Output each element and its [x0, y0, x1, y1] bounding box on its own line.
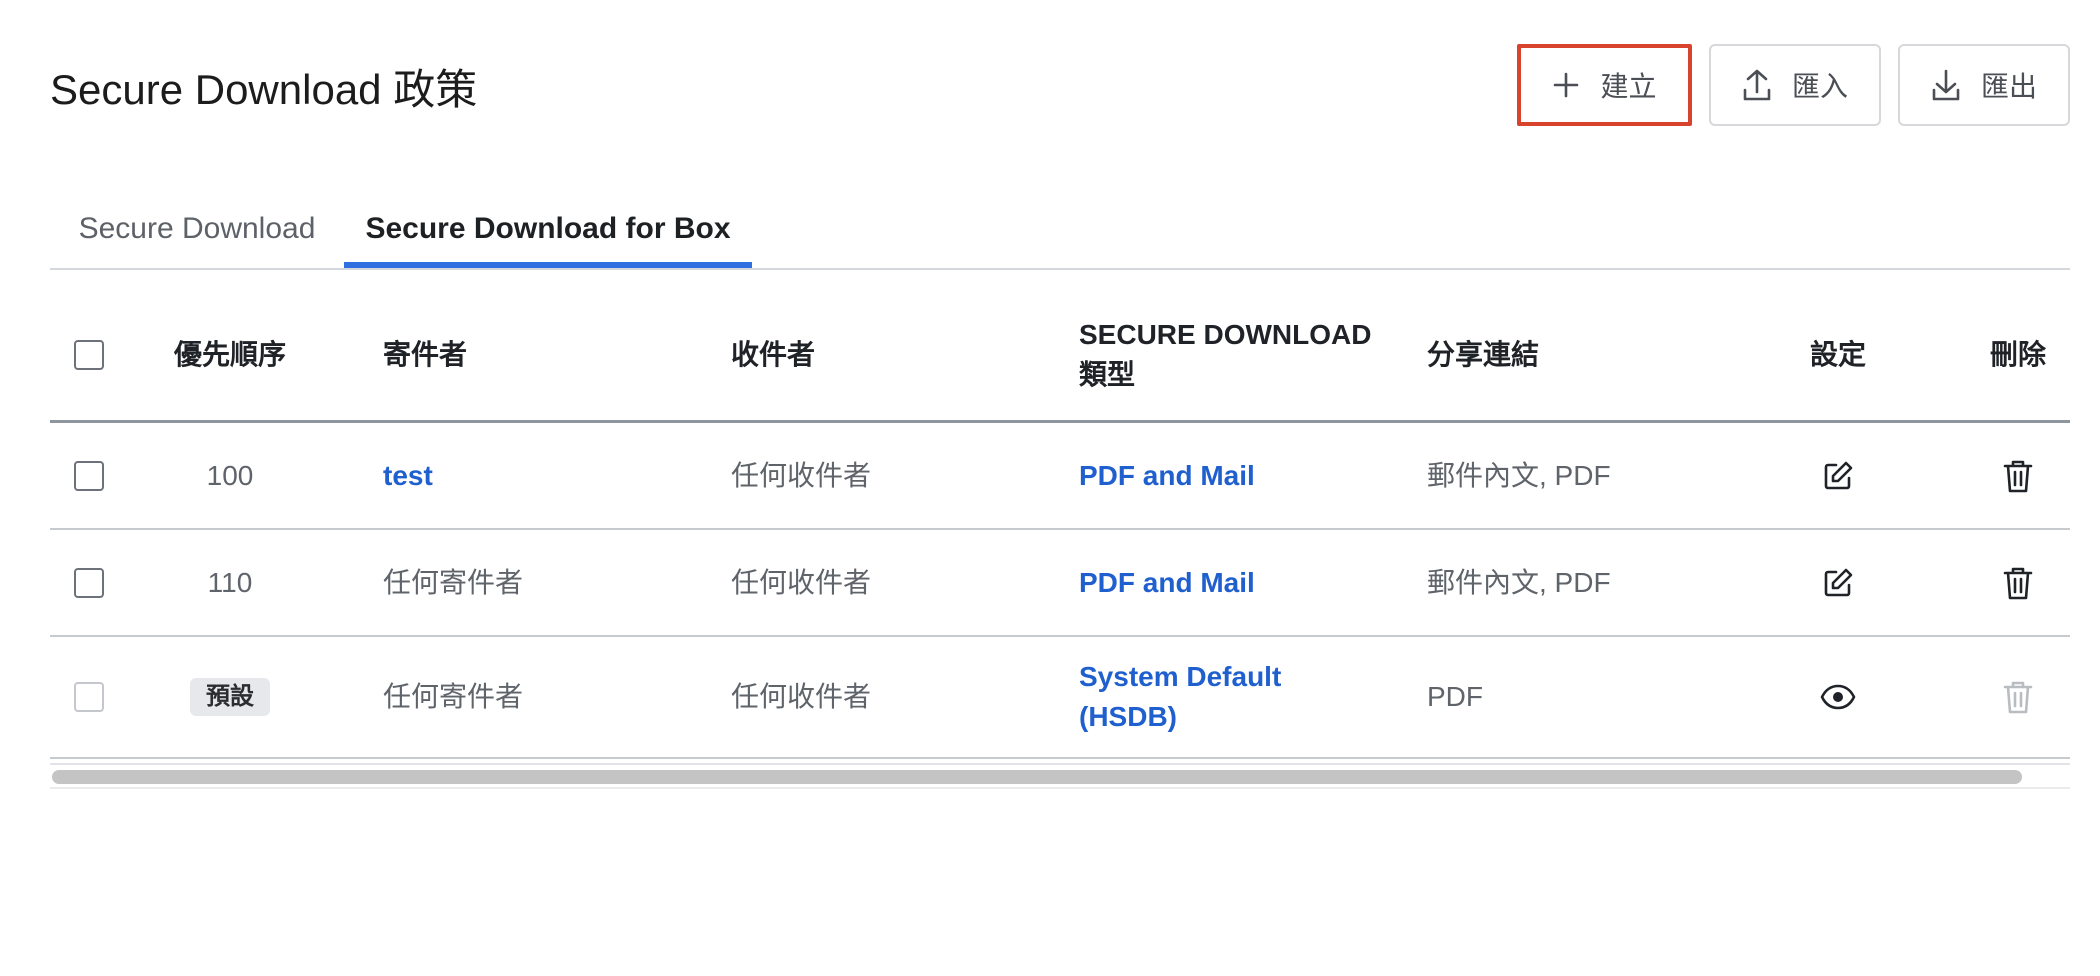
download-icon [1931, 68, 1961, 102]
scrollbar-thumb[interactable] [52, 770, 2022, 784]
header-recipient: 收件者 [731, 339, 816, 370]
row-check-cell [74, 530, 108, 635]
row-share-link: 郵件內文, PDF [1427, 459, 1611, 491]
table-row: 100 test 任何收件者 PDF and Mail 郵件內文, PDF [50, 423, 2070, 530]
toolbar: 建立 匯入 匯出 [1517, 44, 2070, 126]
policy-table: 優先順序 寄件者 收件者 SECURE DOWNLOAD 類型 分享連結 設定 … [50, 290, 2070, 759]
header-delete: 刪除 [1989, 339, 2046, 370]
row-priority-cell: 預設 [170, 637, 290, 757]
row-share-link: 郵件內文, PDF [1427, 566, 1611, 598]
row-checkbox[interactable] [74, 567, 104, 598]
row-recipient: 任何收件者 [731, 459, 872, 491]
row-type-line1: System Default [1079, 661, 1282, 692]
row-recipient: 任何收件者 [731, 681, 872, 712]
header-sender: 寄件者 [383, 339, 468, 370]
header-share-link: 分享連結 [1427, 339, 1540, 370]
row-delete-cell [1973, 423, 2063, 528]
import-label: 匯入 [1791, 71, 1848, 102]
page-title: Secure Download 政策 [50, 66, 478, 113]
tab-bar: Secure Download Secure Download for Box [50, 190, 2070, 270]
eye-icon[interactable] [1820, 684, 1856, 710]
row-type-line2: (HSDB) [1079, 701, 1177, 732]
table-row: 預設 任何寄件者 任何收件者 System Default (HSDB) PDF [50, 637, 2070, 759]
header-settings: 設定 [1809, 339, 1866, 370]
row-checkbox[interactable] [74, 460, 104, 491]
create-button[interactable]: 建立 [1517, 44, 1692, 126]
row-type-cell: PDF and Mail [1079, 530, 1409, 635]
header-type-line2: 類型 [1079, 359, 1136, 390]
plus-icon [1552, 71, 1580, 99]
export-label: 匯出 [1980, 71, 2037, 102]
row-delete-cell [1973, 530, 2063, 635]
row-type-link[interactable]: PDF and Mail [1079, 456, 1255, 496]
horizontal-scrollbar[interactable] [50, 763, 2070, 789]
select-all-checkbox[interactable] [74, 340, 104, 370]
header-type: SECURE DOWNLOAD 類型 [1079, 290, 1409, 420]
edit-icon[interactable] [1821, 566, 1855, 600]
import-button[interactable]: 匯入 [1709, 44, 1881, 126]
table-header: 優先順序 寄件者 收件者 SECURE DOWNLOAD 類型 分享連結 設定 … [50, 290, 2070, 423]
row-type-link[interactable]: System Default (HSDB) [1079, 657, 1281, 737]
page: Secure Download 政策 建立 匯入 匯出 Secure Downl… [0, 0, 2100, 976]
row-sender-link[interactable]: test [383, 456, 433, 496]
row-type-cell: System Default (HSDB) [1079, 637, 1409, 757]
row-priority: 100 [206, 459, 254, 491]
trash-icon [2002, 679, 2034, 715]
row-priority: 110 [207, 566, 253, 598]
header-type-line1: SECURE DOWNLOAD [1079, 319, 1372, 350]
row-check-cell [74, 637, 108, 757]
tab-secure-download-for-box[interactable]: Secure Download for Box [344, 190, 752, 268]
default-badge: 預設 [190, 678, 270, 716]
row-sender: 任何寄件者 [383, 566, 524, 598]
row-sender: 任何寄件者 [383, 681, 524, 712]
table-row: 110 任何寄件者 任何收件者 PDF and Mail 郵件內文, PDF [50, 530, 2070, 637]
row-sender-cell: test [383, 423, 713, 528]
row-settings-cell [1793, 637, 1883, 757]
row-settings-cell [1793, 530, 1883, 635]
row-delete-cell [1973, 637, 2063, 757]
row-type-cell: PDF and Mail [1079, 423, 1409, 528]
row-share-link: PDF [1427, 681, 1483, 712]
row-type-link[interactable]: PDF and Mail [1079, 563, 1255, 603]
row-settings-cell [1793, 423, 1883, 528]
create-label: 建立 [1600, 71, 1657, 102]
header-priority: 優先順序 [173, 339, 286, 370]
row-recipient: 任何收件者 [731, 566, 872, 598]
export-button[interactable]: 匯出 [1898, 44, 2070, 126]
upload-icon [1742, 68, 1772, 102]
trash-icon[interactable] [2002, 458, 2034, 494]
edit-icon[interactable] [1821, 459, 1855, 493]
tab-secure-download[interactable]: Secure Download [50, 190, 344, 268]
row-check-cell [74, 423, 108, 528]
trash-icon[interactable] [2002, 565, 2034, 601]
row-checkbox-disabled [74, 682, 104, 712]
header-check-cell [74, 290, 108, 420]
